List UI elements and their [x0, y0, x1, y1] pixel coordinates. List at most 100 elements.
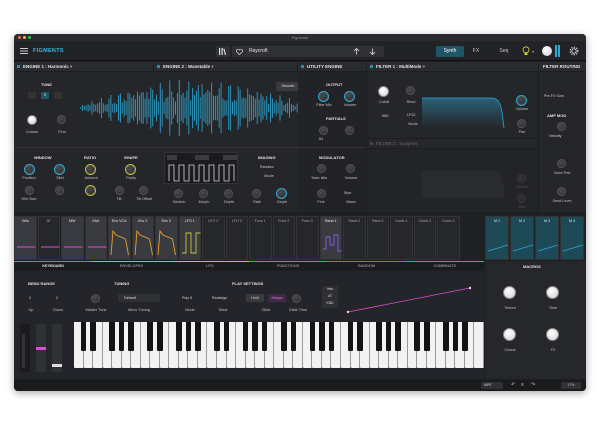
- filter2-curve-display[interactable]: [422, 158, 507, 199]
- black-key[interactable]: [185, 322, 192, 351]
- black-key[interactable]: [385, 322, 392, 351]
- black-key[interactable]: [118, 322, 125, 351]
- mod-source-func-3[interactable]: Func 3: [296, 216, 319, 260]
- filter2-volume-knob[interactable]: [517, 174, 526, 183]
- filter2-power-icon[interactable]: [370, 142, 373, 145]
- tab-lfo[interactable]: LFO: [170, 261, 249, 270]
- macro-timbre-knob[interactable]: [503, 286, 516, 299]
- tab-seq[interactable]: Seq: [494, 46, 514, 57]
- octave-down-button[interactable]: [28, 92, 36, 99]
- voice-pan-knob[interactable]: [557, 159, 566, 168]
- mod-source-rand-1[interactable]: Rand 1: [319, 216, 342, 260]
- close-window-icon[interactable]: [18, 36, 21, 39]
- tab-combinate[interactable]: COMBINATE: [405, 261, 484, 270]
- mod-volume-knob[interactable]: [346, 164, 355, 173]
- master-volume-knob[interactable]: [542, 46, 552, 56]
- gear-icon[interactable]: [569, 46, 579, 56]
- filter1-header[interactable]: FILTER 1 : MultiMode ▾: [367, 62, 538, 71]
- filter2-header[interactable]: FILTER 2 : Surgeon: [367, 139, 538, 148]
- mod-tune-knob[interactable]: [317, 164, 326, 173]
- partials-knob[interactable]: [319, 126, 328, 135]
- utility-volume-knob[interactable]: [345, 92, 354, 101]
- mod-source-m-2[interactable]: M 2: [510, 216, 534, 260]
- mod-source-m-1[interactable]: M 1: [485, 216, 509, 260]
- win-size-knob[interactable]: [25, 186, 34, 195]
- mod-source-m-3[interactable]: M 3: [535, 216, 559, 260]
- mod-source-comb-2[interactable]: Comb 2: [413, 216, 436, 260]
- amp-mod-value[interactable]: Velocity: [549, 134, 561, 138]
- section-knob[interactable]: [174, 189, 183, 198]
- black-key[interactable]: [128, 322, 134, 351]
- mod-source-func-1[interactable]: Func 1: [249, 216, 272, 260]
- black-key[interactable]: [309, 322, 316, 351]
- skirt-knob[interactable]: [55, 165, 64, 174]
- tab-random[interactable]: RANDOM: [327, 261, 406, 270]
- play-mode-value[interactable]: Poly 8: [182, 296, 192, 300]
- velo-curve-source[interactable]: Velo AT KBD: [322, 286, 338, 308]
- mod-source-lfo-1[interactable]: LFO 1: [178, 216, 201, 260]
- engine1-header[interactable]: ENGINE 1 : Harmonic ▾: [14, 62, 153, 71]
- redo-icon[interactable]: ↷: [531, 382, 535, 388]
- hamburger-menu-icon[interactable]: [20, 47, 28, 55]
- mod-source-env-3[interactable]: Env 3: [155, 216, 178, 260]
- position-knob[interactable]: [25, 165, 34, 174]
- chevron-down-icon[interactable]: ▾: [532, 49, 534, 54]
- micro-tuning-dropdown[interactable]: Default: [118, 294, 160, 302]
- black-key[interactable]: [252, 322, 258, 351]
- mod-source-comb-3[interactable]: Comb 3: [437, 216, 460, 260]
- macro-time-knob[interactable]: [546, 286, 559, 299]
- filter1-power-icon[interactable]: [370, 65, 373, 68]
- octave-zero-button[interactable]: 0: [41, 92, 49, 99]
- undo-icon[interactable]: ↶: [511, 382, 515, 388]
- browser-button[interactable]: [216, 46, 230, 57]
- coarse-knob[interactable]: [27, 115, 37, 125]
- bend-up-value[interactable]: 2: [29, 296, 31, 300]
- engine2-header[interactable]: ENGINE 2 : Wavetable ▾: [154, 62, 297, 71]
- engine2-power-icon[interactable]: [157, 65, 160, 68]
- ratio-knob[interactable]: [86, 165, 95, 174]
- octave-up-button[interactable]: [54, 92, 62, 99]
- list-icon[interactable]: ≡: [521, 382, 524, 388]
- tilt-offset-knob[interactable]: [139, 186, 148, 195]
- glide-time-knob[interactable]: [292, 294, 301, 303]
- black-key[interactable]: [109, 322, 115, 351]
- window-extra-knob[interactable]: [55, 186, 64, 195]
- tab-functions[interactable]: FUNCTIONS: [249, 261, 328, 270]
- black-key[interactable]: [414, 322, 421, 351]
- master-tune-knob[interactable]: [91, 294, 100, 303]
- velocity-curve-display[interactable]: [344, 284, 474, 314]
- zoom-window-icon[interactable]: [28, 36, 31, 39]
- mod-source-kbd[interactable]: Kbd: [84, 216, 107, 260]
- macro-fx-knob[interactable]: [546, 328, 559, 341]
- mod-source-mw[interactable]: MW: [61, 216, 84, 260]
- mod-tune-value[interactable]: Tune: Abs: [311, 176, 327, 180]
- fine-knob[interactable]: [57, 115, 66, 124]
- amp-mod-knob[interactable]: [557, 122, 566, 131]
- send-level-knob[interactable]: [557, 187, 566, 196]
- steal-value[interactable]: Reassign: [212, 296, 227, 300]
- black-key[interactable]: [462, 322, 468, 351]
- black-key[interactable]: [290, 322, 297, 351]
- filter1-mode-value[interactable]: LP12: [407, 113, 415, 117]
- black-key[interactable]: [280, 322, 287, 351]
- mod-source-rand-2[interactable]: Rand 2: [343, 216, 366, 260]
- imaging-depth-knob[interactable]: [277, 189, 286, 198]
- next-preset-icon[interactable]: [369, 48, 376, 55]
- filter2-pan-knob[interactable]: [517, 194, 526, 203]
- heart-icon[interactable]: [236, 48, 243, 55]
- black-key[interactable]: [261, 322, 268, 351]
- black-key[interactable]: [328, 322, 335, 351]
- black-key[interactable]: [423, 322, 430, 351]
- black-key[interactable]: [223, 322, 230, 351]
- cutoff-knob[interactable]: [378, 86, 389, 97]
- black-key[interactable]: [443, 322, 449, 351]
- ratio-amount-knob[interactable]: [86, 186, 95, 195]
- black-key[interactable]: [157, 322, 163, 351]
- mod-source-at[interactable]: AT: [37, 216, 60, 260]
- smooth-button[interactable]: Smooth: [276, 82, 300, 91]
- wavetable-display[interactable]: [164, 152, 238, 184]
- mod-source-lfo-2[interactable]: LFO 2: [202, 216, 225, 260]
- imaging-mode-value[interactable]: Random: [260, 165, 274, 169]
- black-key[interactable]: [357, 322, 363, 351]
- routing-value[interactable]: Pre-FX Sum: [544, 94, 564, 98]
